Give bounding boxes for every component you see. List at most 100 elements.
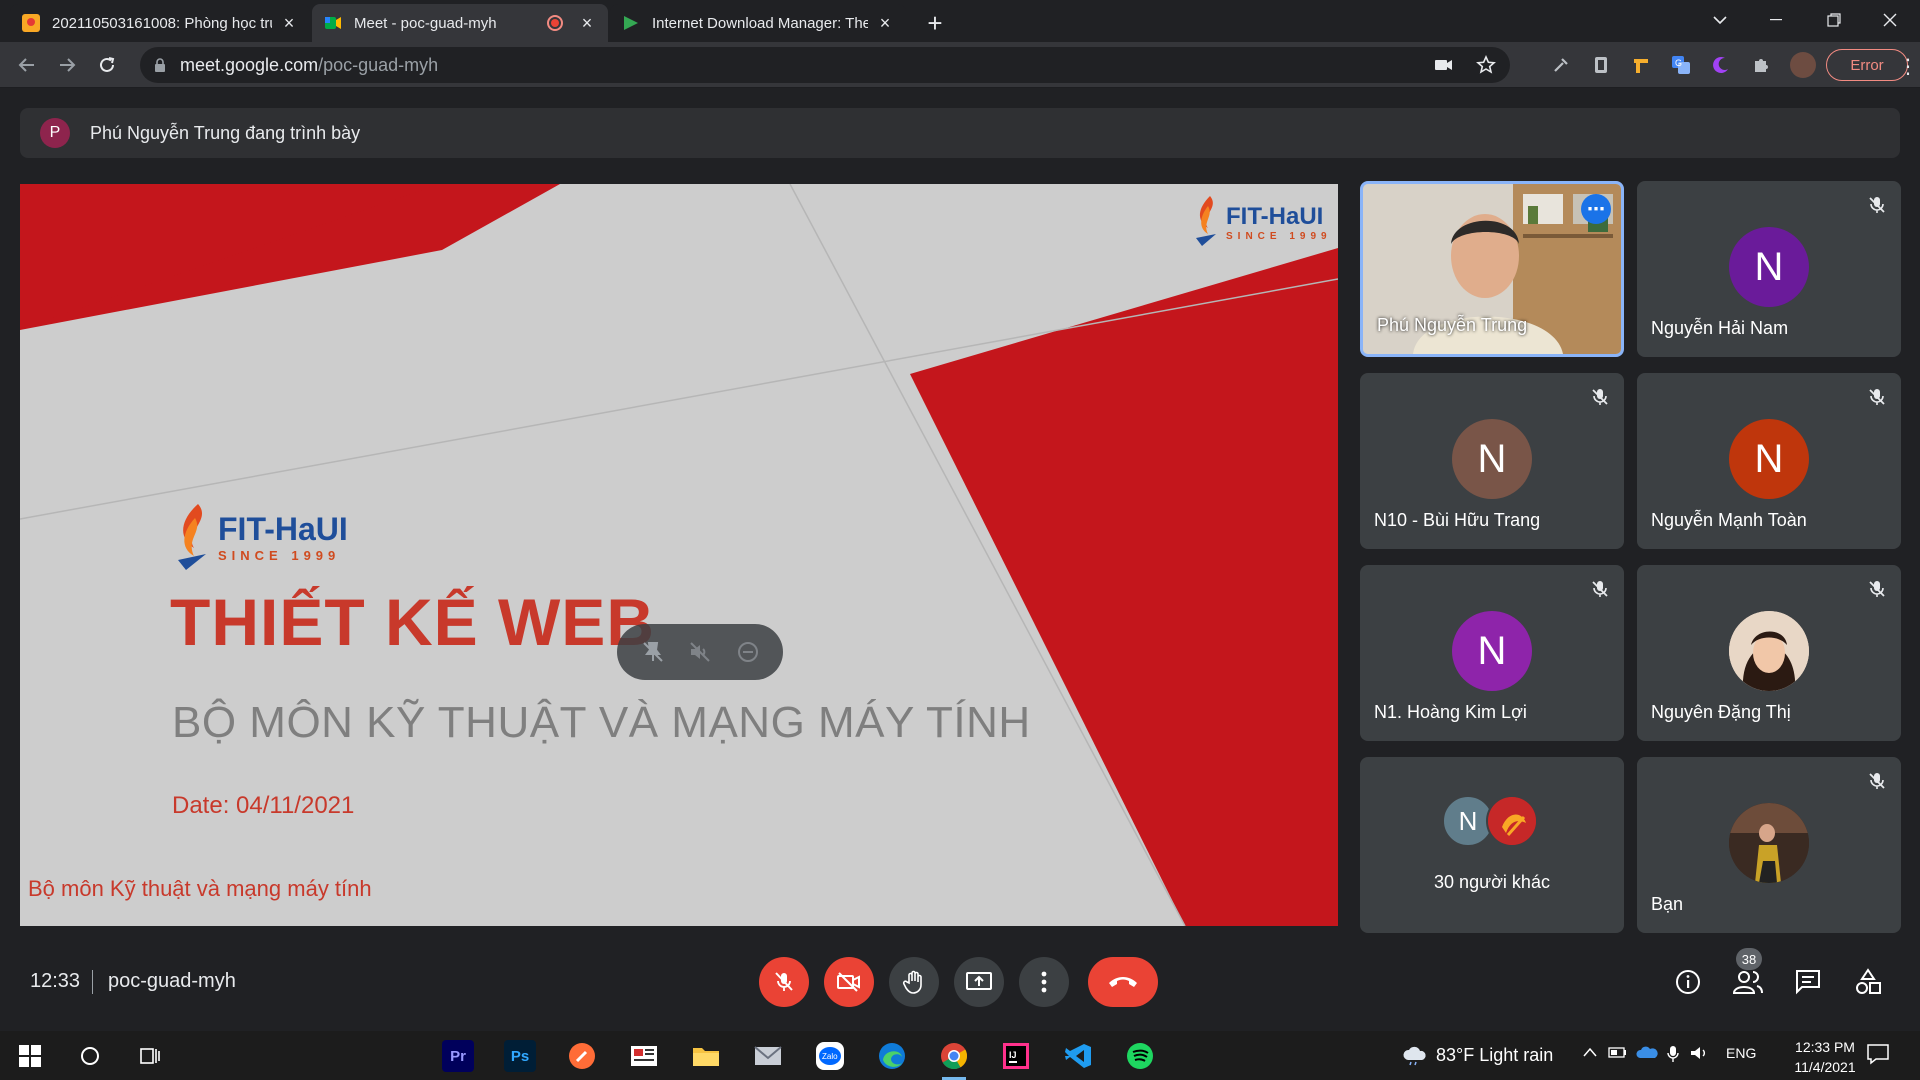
close-icon[interactable]: × xyxy=(876,13,894,33)
microphone-icon[interactable] xyxy=(1666,1045,1680,1066)
close-icon[interactable]: × xyxy=(578,13,596,33)
more-vert-icon xyxy=(1041,971,1047,993)
battery-icon[interactable] xyxy=(1608,1045,1628,1062)
postman-icon[interactable] xyxy=(566,1040,598,1072)
participant-tile[interactable]: N N10 - Bùi Hữu Trang xyxy=(1360,373,1624,549)
raise-hand-button[interactable] xyxy=(889,957,939,1007)
lock-icon xyxy=(154,57,166,73)
mic-toggle-button[interactable] xyxy=(759,957,809,1007)
leave-call-button[interactable] xyxy=(1088,957,1158,1007)
page-extension-icon[interactable] xyxy=(1590,54,1612,76)
chat-button[interactable] xyxy=(1792,966,1824,998)
ruler-extension-icon[interactable] xyxy=(1630,54,1652,76)
camera-toggle-button[interactable] xyxy=(824,957,874,1007)
browser-menu-icon[interactable]: ⋮ xyxy=(1898,54,1918,79)
avatar-photo xyxy=(1729,611,1809,691)
url-path: /poc-guad-myh xyxy=(318,54,439,75)
meet-icon xyxy=(324,14,342,32)
mute-audio-icon[interactable] xyxy=(688,640,712,664)
participant-name: Nguyễn Hải Nam xyxy=(1651,318,1789,338)
notifications-icon[interactable] xyxy=(1866,1043,1890,1068)
remove-icon[interactable] xyxy=(736,640,760,664)
tab-search-icon[interactable] xyxy=(1692,0,1748,40)
participant-tile-presenter[interactable]: ⋯ Phú Nguyễn Trung xyxy=(1360,181,1624,357)
people-button[interactable] xyxy=(1732,966,1764,998)
photoshop-icon[interactable]: Ps xyxy=(504,1040,536,1072)
jetbrains-icon[interactable]: IJ xyxy=(1000,1040,1032,1072)
onedrive-icon[interactable] xyxy=(1636,1045,1658,1062)
hand-icon xyxy=(902,970,922,994)
extensions-puzzle-icon[interactable] xyxy=(1750,54,1772,76)
participant-name: Nguyên Đặng Thị xyxy=(1651,702,1791,722)
slide-footer: Bộ môn Kỹ thuật và mạng máy tính xyxy=(28,876,372,901)
meet-stage: P Phú Nguyễn Trung đang trình bày FIT-Ha… xyxy=(0,88,1920,1031)
others-tile[interactable]: N 30 người khác xyxy=(1360,757,1624,933)
tab-lms[interactable]: 202110503161008: Phòng học trực tuyến × xyxy=(10,4,310,42)
mic-off-icon xyxy=(1867,195,1887,215)
minimize-icon[interactable] xyxy=(1748,0,1804,40)
tab-meet[interactable]: Meet - poc-guad-myh × xyxy=(312,4,608,42)
participant-tile[interactable]: Nguyên Đặng Thị xyxy=(1637,565,1901,741)
bookmark-star-icon[interactable] xyxy=(1476,55,1496,80)
camera-off-icon xyxy=(837,972,860,992)
zalo-icon[interactable]: Zalo xyxy=(814,1040,846,1072)
people-icon xyxy=(1732,971,1763,994)
slide-logo-top: FIT-HaUI SINCE 1999 xyxy=(1190,194,1332,250)
new-tab-button[interactable]: + xyxy=(920,8,950,38)
back-icon[interactable] xyxy=(12,50,42,80)
windows-start-icon[interactable] xyxy=(14,1040,46,1072)
system-clock[interactable]: 12:33 PM 11/4/2021 xyxy=(1780,1037,1870,1077)
sync-error-button[interactable]: Error xyxy=(1826,49,1908,81)
edge-icon[interactable] xyxy=(876,1040,908,1072)
close-icon[interactable]: × xyxy=(280,13,298,33)
participant-tile[interactable]: N N1. Hoàng Kim Lợi xyxy=(1360,565,1624,741)
more-options-icon[interactable]: ⋯ xyxy=(1581,194,1611,224)
language-indicator[interactable]: ENG xyxy=(1726,1045,1756,1061)
slide-subtitle: BỘ MÔN KỸ THUẬT VÀ MẠNG MÁY TÍNH xyxy=(172,698,1031,747)
participant-name: Nguyễn Mạnh Toàn xyxy=(1651,510,1807,530)
address-bar[interactable]: meet.google.com/poc-guad-myh xyxy=(140,47,1510,83)
pin-off-icon[interactable] xyxy=(641,640,665,664)
tile-hover-controls xyxy=(617,624,783,680)
more-options-button[interactable] xyxy=(1019,957,1069,1007)
activities-icon xyxy=(1856,968,1881,994)
avatar: N xyxy=(1452,419,1532,499)
translate-extension-icon[interactable]: G xyxy=(1670,54,1692,76)
meeting-details-button[interactable] xyxy=(1672,966,1704,998)
task-view-icon[interactable] xyxy=(134,1040,166,1072)
chrome-icon[interactable] xyxy=(938,1040,970,1080)
show-hidden-icons-icon[interactable] xyxy=(1582,1045,1598,1061)
participant-tile[interactable]: N Nguyễn Mạnh Toàn xyxy=(1637,373,1901,549)
vscode-icon[interactable] xyxy=(1062,1040,1094,1072)
file-explorer-icon[interactable] xyxy=(690,1040,722,1072)
participant-tile-self[interactable]: Bạn xyxy=(1637,757,1901,933)
participant-tile[interactable]: N Nguyễn Hải Nam xyxy=(1637,181,1901,357)
weather-widget[interactable]: 83°F Light rain xyxy=(1402,1045,1553,1066)
search-icon[interactable] xyxy=(74,1040,106,1072)
cloud-rain-icon xyxy=(1403,1046,1426,1065)
clock-time: 12:33 PM xyxy=(1795,1039,1855,1055)
spotify-icon[interactable] xyxy=(1124,1040,1156,1072)
meeting-controls-bar: 12:33 poc-guad-myh 38 xyxy=(0,940,1920,1030)
forward-icon[interactable] xyxy=(52,50,82,80)
present-screen-button[interactable] xyxy=(954,957,1004,1007)
premiere-icon[interactable]: Pr xyxy=(442,1040,474,1072)
mic-off-icon xyxy=(1590,579,1610,599)
tab-idm[interactable]: Internet Download Manager: The fastest d… xyxy=(610,4,906,42)
window-close-icon[interactable] xyxy=(1862,0,1918,40)
logo-since: SINCE 1999 xyxy=(1226,230,1332,242)
lms-icon xyxy=(22,14,40,32)
restore-icon[interactable] xyxy=(1806,0,1862,40)
mail-icon[interactable] xyxy=(752,1040,784,1072)
slide-date: Date: 04/11/2021 xyxy=(172,792,355,819)
reload-icon[interactable] xyxy=(92,50,122,80)
news-app-icon[interactable] xyxy=(628,1040,660,1072)
url-host: meet.google.com xyxy=(180,54,319,75)
svg-text:IJ: IJ xyxy=(1009,1050,1017,1060)
activities-button[interactable] xyxy=(1852,966,1884,998)
profile-avatar[interactable] xyxy=(1790,52,1816,78)
eyedropper-extension-icon[interactable] xyxy=(1550,54,1572,76)
dark-mode-extension-icon[interactable] xyxy=(1710,54,1732,76)
camera-permission-icon[interactable] xyxy=(1434,55,1454,80)
volume-icon[interactable] xyxy=(1690,1045,1710,1064)
